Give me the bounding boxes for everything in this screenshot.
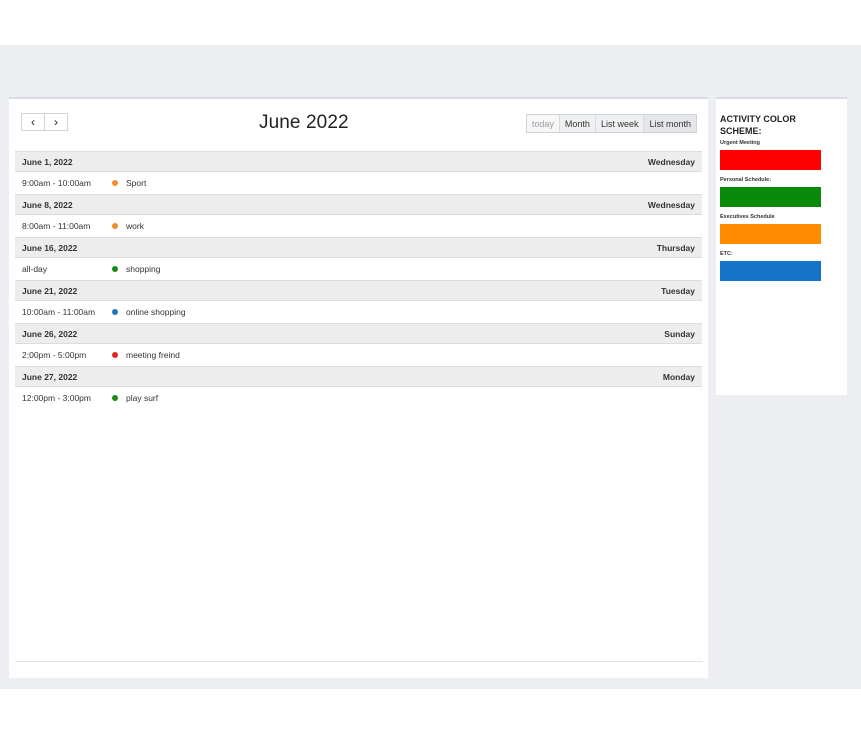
today-button[interactable]: today — [526, 115, 559, 132]
legend-swatch — [720, 261, 821, 281]
legend-swatch — [720, 224, 821, 244]
view-switcher: today Month List week List month — [525, 114, 697, 133]
event-title[interactable]: work — [126, 221, 144, 231]
event-title[interactable]: online shopping — [126, 307, 186, 317]
list-month-button[interactable]: List month — [643, 115, 696, 132]
day-date[interactable]: June 26, 2022 — [22, 329, 77, 339]
legend-label: ETC: — [720, 251, 733, 257]
event-title[interactable]: meeting freind — [126, 350, 180, 360]
event-row[interactable]: 9:00am - 10:00am Sport — [15, 172, 702, 194]
day-header: June 1, 2022 Wednesday — [15, 151, 702, 172]
legend-item: Personal Schedule: — [720, 176, 843, 207]
event-dot-icon — [112, 352, 118, 358]
event-row[interactable]: 2:00pm - 5:00pm meeting freind — [15, 344, 702, 366]
event-list: June 1, 2022 Wednesday 9:00am - 10:00am Spo… — [15, 151, 702, 409]
legend-item: Executives Schedule — [720, 213, 843, 244]
event-dot-icon — [112, 180, 118, 186]
day-date[interactable]: June 27, 2022 — [22, 372, 77, 382]
day-weekday[interactable]: Sunday — [664, 329, 695, 339]
event-row[interactable]: 8:00am - 11:00am work — [15, 215, 702, 237]
prev-button[interactable]: ‹ — [21, 113, 45, 131]
event-row[interactable]: 10:00am - 11:00am online shopping — [15, 301, 702, 323]
legend-title: ACTIVITY COLOR SCHEME: — [720, 114, 796, 136]
event-dot-icon — [112, 309, 118, 315]
day-date[interactable]: June 21, 2022 — [22, 286, 77, 296]
color-scheme-panel: ACTIVITY COLOR SCHEME: Urgent Meeting Per… — [716, 97, 847, 395]
event-dot-icon — [112, 395, 118, 401]
event-row[interactable]: 12:00pm - 3:00pm play surf — [15, 387, 702, 409]
day-weekday[interactable]: Monday — [663, 372, 695, 382]
event-time: 8:00am - 11:00am — [22, 221, 91, 231]
chevron-left-icon: ‹ — [31, 115, 35, 129]
chevron-right-icon: › — [54, 115, 58, 129]
event-title[interactable]: shopping — [126, 264, 161, 274]
day-date[interactable]: June 8, 2022 — [22, 200, 73, 210]
event-dot-icon — [112, 223, 118, 229]
event-time: all-day — [22, 264, 48, 274]
day-header: June 27, 2022 Monday — [15, 366, 702, 387]
legend-label: Executives Schedule — [720, 214, 775, 220]
day-weekday[interactable]: Wednesday — [648, 157, 695, 167]
day-date[interactable]: June 16, 2022 — [22, 243, 77, 253]
list-week-button[interactable]: List week — [594, 115, 644, 132]
day-weekday[interactable]: Wednesday — [648, 200, 695, 210]
calendar-panel: ‹ › June 2022 today Month List week List… — [9, 97, 708, 678]
event-time: 10:00am - 11:00am — [22, 307, 96, 317]
event-title[interactable]: play surf — [126, 393, 158, 403]
event-row[interactable]: all-day shopping — [15, 258, 702, 280]
event-time: 12:00pm - 3:00pm — [22, 393, 91, 403]
legend-label: Personal Schedule: — [720, 177, 772, 183]
day-header: June 16, 2022 Thursday — [15, 237, 702, 258]
day-header: June 26, 2022 Sunday — [15, 323, 702, 344]
list-bottom-divider — [15, 661, 703, 662]
event-dot-icon — [112, 266, 118, 272]
event-time: 9:00am - 10:00am — [22, 178, 91, 188]
legend-item: Urgent Meeting — [720, 139, 843, 170]
day-date[interactable]: June 1, 2022 — [22, 157, 73, 167]
legend-swatch — [720, 187, 821, 207]
legend-items: Urgent Meeting Personal Schedule: Executiv… — [720, 139, 843, 281]
day-header: June 8, 2022 Wednesday — [15, 194, 702, 215]
legend-item: ETC: — [720, 250, 843, 281]
legend-label: Urgent Meeting — [720, 140, 761, 146]
day-header: June 21, 2022 Tuesday — [15, 280, 702, 301]
event-title[interactable]: Sport — [126, 178, 146, 188]
calendar-nav: ‹ › — [21, 113, 68, 131]
month-view-button[interactable]: Month — [558, 115, 595, 132]
legend-swatch — [720, 150, 821, 170]
next-button[interactable]: › — [44, 113, 68, 131]
day-weekday[interactable]: Tuesday — [661, 286, 695, 296]
day-weekday[interactable]: Thursday — [657, 243, 695, 253]
calendar-title: June 2022 — [259, 112, 349, 133]
event-time: 2:00pm - 5:00pm — [22, 350, 87, 360]
